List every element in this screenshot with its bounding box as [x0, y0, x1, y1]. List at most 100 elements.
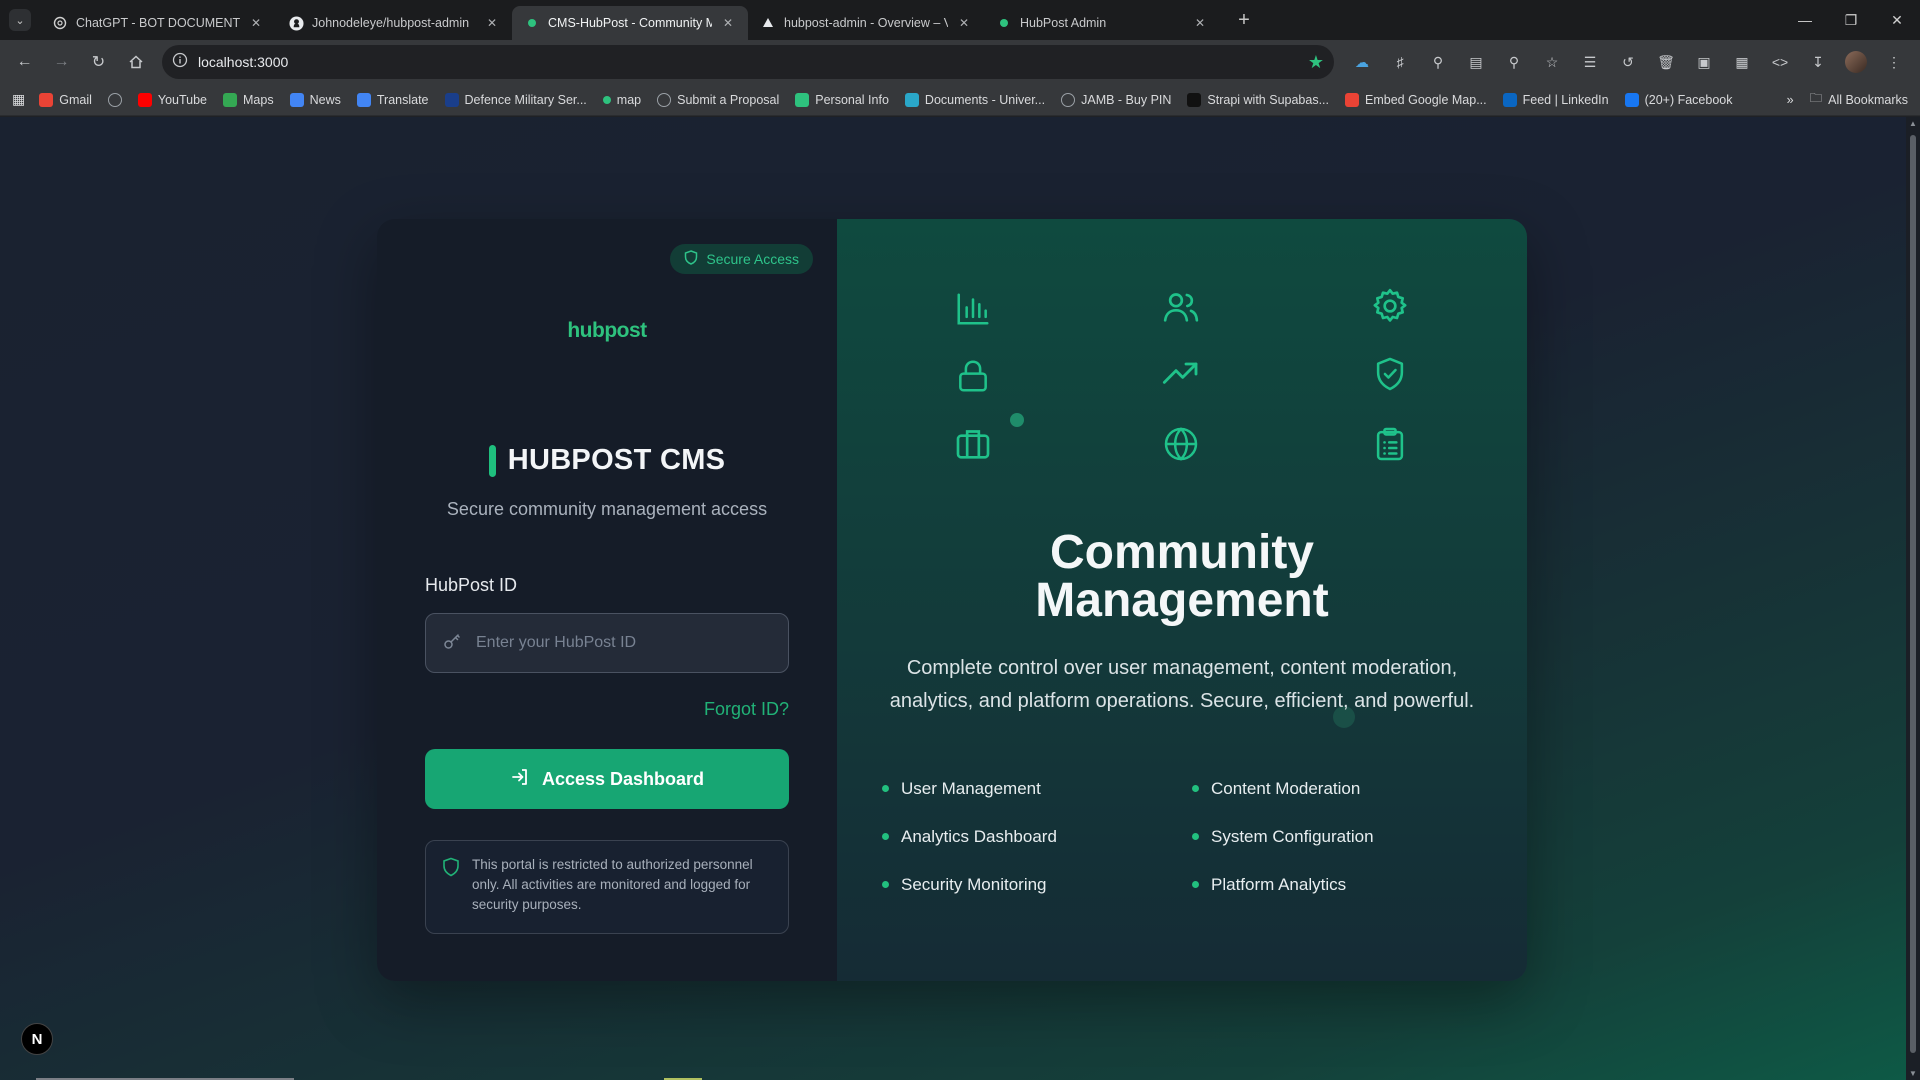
bookmark-item[interactable]: News	[289, 92, 341, 107]
site-info-icon[interactable]	[172, 52, 188, 73]
browser-tab[interactable]: hubpost-admin - Overview – Ve ✕	[748, 6, 984, 40]
qr-code-icon[interactable]: ▦	[1724, 45, 1760, 79]
bookmark-label: Gmail	[59, 92, 92, 107]
bookmark-item[interactable]: map	[602, 93, 641, 107]
bookmark-item[interactable]: Feed | LinkedIn	[1502, 92, 1609, 107]
trash-icon[interactable]: 🗑	[1648, 45, 1684, 79]
scroll-up-icon[interactable]: ▲	[1909, 119, 1917, 128]
bookmark-item[interactable]: Personal Info	[795, 92, 889, 107]
forward-icon[interactable]: →	[45, 45, 78, 79]
minimize-icon[interactable]: —	[1782, 0, 1828, 40]
forgot-id-link[interactable]: Forgot ID?	[704, 699, 789, 720]
bookmark-item[interactable]: Strapi with Supabas...	[1187, 92, 1330, 107]
feature-label: User Management	[901, 778, 1041, 798]
scroll-down-icon[interactable]: ▼	[1909, 1069, 1917, 1078]
close-window-icon[interactable]: ✕	[1874, 0, 1920, 40]
extensions-row: ☁ ♯ ⚲ ▤ ⚲ ☆ ☰ ↺ 🗑 ▣ ▦ <> ↧ ⋮	[1344, 45, 1912, 79]
all-bookmarks-label: All Bookmarks	[1828, 92, 1908, 107]
hubpost-id-field[interactable]	[425, 613, 789, 673]
star-outline-icon[interactable]: ☆	[1534, 45, 1570, 79]
login-arrow-icon	[510, 767, 530, 792]
browser-tab-active[interactable]: CMS-HubPost - Community Ma ✕	[512, 6, 748, 40]
scrollbar-thumb[interactable]	[1910, 135, 1916, 1053]
url-text[interactable]: localhost:3000	[198, 54, 1298, 70]
gmail-icon	[39, 92, 54, 107]
new-tab-button[interactable]: +	[1228, 4, 1260, 36]
hubpost-id-input[interactable]	[476, 634, 772, 652]
map-pin-icon	[1345, 92, 1360, 107]
back-icon[interactable]: ←	[8, 45, 41, 79]
users-icon	[1161, 287, 1201, 327]
bookmark-item[interactable]: Translate	[356, 92, 429, 107]
more-bookmarks-icon[interactable]: »	[1787, 93, 1794, 107]
restore-icon[interactable]: ❐	[1828, 0, 1874, 40]
linkedin-icon	[1502, 92, 1517, 107]
code-icon[interactable]: <>	[1762, 45, 1798, 79]
bookmark-item[interactable]	[107, 92, 122, 107]
accent-bar	[488, 444, 496, 477]
secure-access-badge: Secure Access	[670, 244, 813, 274]
hero-panel: Community Management Complete control ov…	[837, 219, 1527, 981]
bookmark-item[interactable]: Embed Google Map...	[1345, 92, 1487, 107]
profile-avatar[interactable]	[1838, 45, 1874, 79]
green-dot-icon	[996, 15, 1012, 31]
reload-icon[interactable]: ↻	[82, 45, 115, 79]
shield-icon	[442, 857, 460, 933]
password-key-icon[interactable]: ⚲	[1420, 45, 1456, 79]
page-scrollbar[interactable]: ▲ ▼	[1906, 117, 1920, 1080]
feature-label: System Configuration	[1211, 826, 1374, 846]
browser-tab[interactable]: HubPost Admin ✕	[984, 6, 1220, 40]
bookmark-item[interactable]: JAMB - Buy PIN	[1061, 92, 1172, 107]
bookmark-label: Strapi with Supabas...	[1207, 92, 1330, 107]
green-dot-icon	[524, 15, 540, 31]
bookmark-item[interactable]: Submit a Proposal	[657, 92, 779, 107]
history-icon[interactable]: ↺	[1610, 45, 1646, 79]
bookmark-item[interactable]: Maps	[223, 92, 274, 107]
hero-title: Community Management	[837, 529, 1527, 625]
payment-card-icon[interactable]: ▤	[1458, 45, 1494, 79]
cloud-download-icon[interactable]: ☁	[1344, 45, 1380, 79]
download-icon[interactable]: ↧	[1800, 45, 1836, 79]
reading-list-icon[interactable]: ☰	[1572, 45, 1608, 79]
nextjs-dev-badge[interactable]: N	[21, 1023, 53, 1055]
lock-icon	[953, 356, 993, 396]
more-menu-icon[interactable]: ⋮	[1876, 45, 1912, 79]
browser-tab[interactable]: Johnodeleye/hubpost-admin ✕	[276, 6, 512, 40]
location-pin-icon[interactable]: ⚲	[1496, 45, 1532, 79]
all-bookmarks[interactable]: 🗀 All Bookmarks	[1810, 89, 1908, 110]
github-icon	[288, 15, 304, 31]
bookmark-item[interactable]: (20+) Facebook	[1624, 92, 1732, 107]
browser-tab[interactable]: ChatGPT - BOT DOCUMENT ✕	[40, 6, 276, 40]
home-icon[interactable]	[119, 45, 152, 79]
bookmark-item[interactable]: Gmail	[39, 92, 92, 107]
tab-search-button[interactable]: ⌄	[0, 0, 40, 40]
close-icon[interactable]: ✕	[720, 15, 736, 31]
bullet-dot	[882, 833, 889, 840]
bookmark-star-icon[interactable]: ★	[1308, 52, 1324, 73]
bar-chart-icon	[953, 289, 993, 329]
news-icon	[289, 92, 304, 107]
browser-toolbar: ← → ↻ localhost:3000 ★ ☁ ♯ ⚲ ▤ ⚲ ☆ ☰ ↺ 🗑…	[0, 40, 1920, 84]
security-notice: This portal is restricted to authorized …	[425, 840, 789, 934]
apps-grid-icon[interactable]: ▦	[12, 91, 25, 108]
feature-item: System Configuration	[1192, 827, 1462, 846]
close-icon[interactable]: ✕	[484, 15, 500, 31]
bookmark-label: Personal Info	[815, 92, 889, 107]
bookmark-label: JAMB - Buy PIN	[1081, 92, 1172, 107]
bookmark-item[interactable]: Documents - Univer...	[904, 92, 1045, 107]
clipboard-list-icon	[1370, 424, 1410, 464]
tab-title: ChatGPT - BOT DOCUMENT	[76, 16, 240, 30]
globe-icon	[107, 92, 122, 107]
bookmark-item[interactable]: Defence Military Ser...	[444, 92, 587, 107]
feature-item: Security Monitoring	[882, 875, 1192, 894]
puzzle-extensions-icon[interactable]: ♯	[1382, 45, 1418, 79]
address-bar[interactable]: localhost:3000 ★	[162, 45, 1334, 79]
screenshot-icon[interactable]: ▣	[1686, 45, 1722, 79]
close-icon[interactable]: ✕	[248, 15, 264, 31]
bookmark-label: Translate	[376, 92, 429, 107]
access-dashboard-button[interactable]: Access Dashboard	[425, 749, 789, 809]
close-icon[interactable]: ✕	[956, 15, 972, 31]
bookmark-item[interactable]: YouTube	[137, 92, 207, 107]
secure-access-label: Secure Access	[706, 251, 799, 267]
close-icon[interactable]: ✕	[1192, 15, 1208, 31]
